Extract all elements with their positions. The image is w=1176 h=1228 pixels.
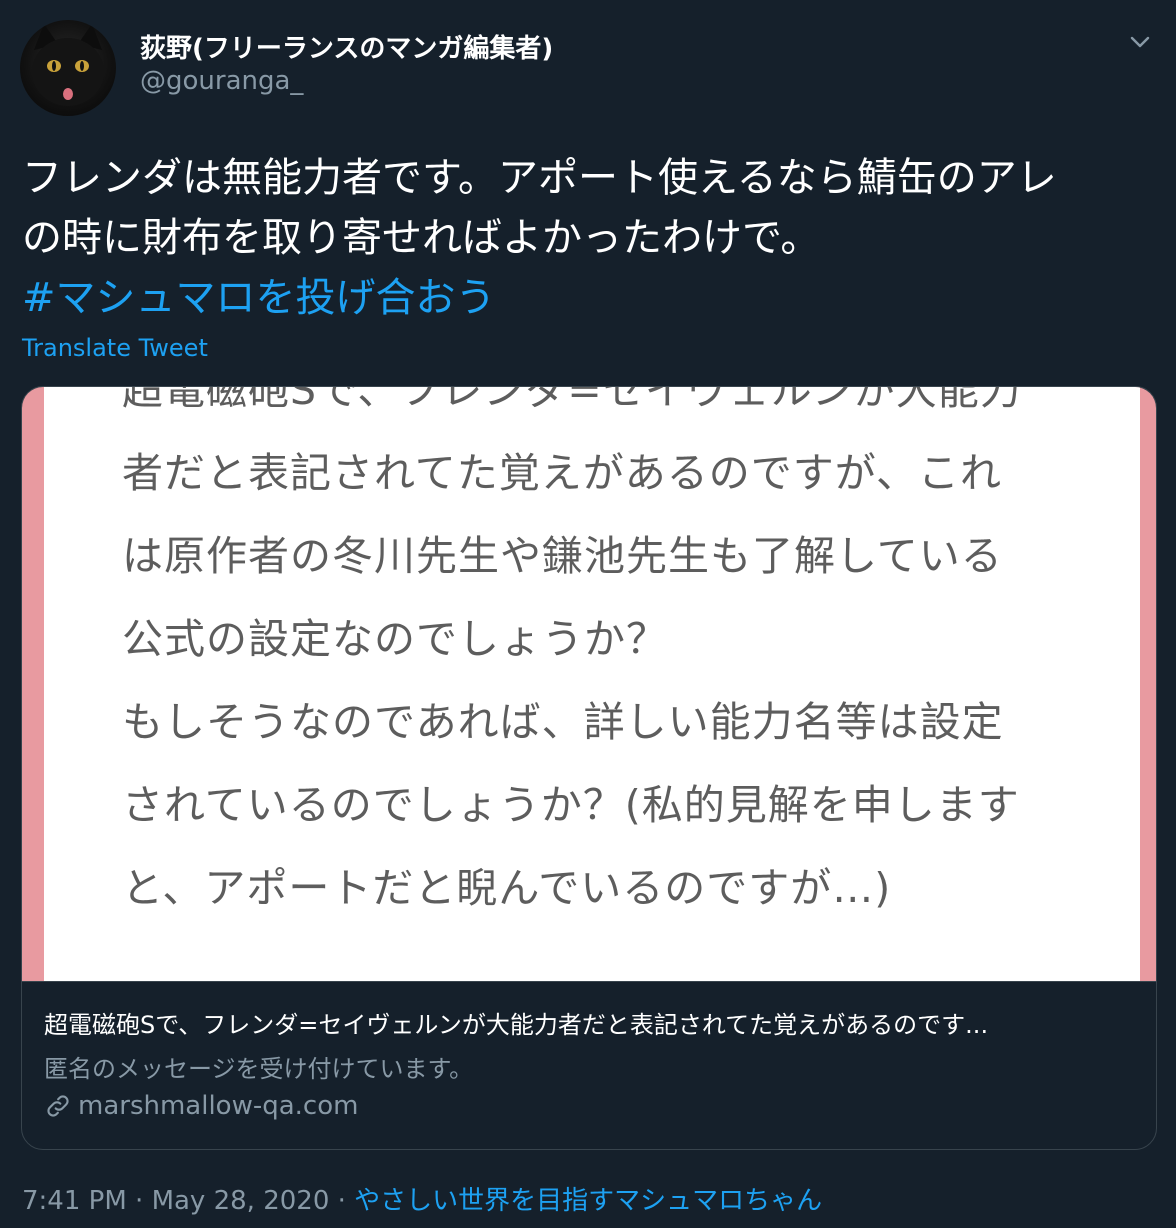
tweet-source-link[interactable]: やさしい世界を目指すマシュマロちゃん xyxy=(354,1186,822,1216)
user-handle[interactable]: @gouranga_ xyxy=(140,66,303,96)
translate-tweet-link[interactable]: Translate Tweet xyxy=(22,334,208,362)
question-line: 公式の設定なのでしょうか？ xyxy=(122,615,668,663)
card-domain: marshmallow-qa.com xyxy=(44,1091,358,1121)
tweet-date[interactable]: May 28, 2020 xyxy=(152,1186,330,1216)
tweet-text: フレンダは無能力者です。アポート使えるなら鯖缶のアレ の時に財布を取り寄せればよ… xyxy=(22,148,1142,328)
hashtag-link[interactable]: #マシュマロを投げ合おう xyxy=(22,268,1142,328)
meta-separator: · xyxy=(135,1186,144,1216)
card-title: 超電磁砲Sで、フレンダ=セイヴェルンが大能力者だと表記されてた覚えがあるのです.… xyxy=(44,1011,989,1039)
question-line: されているのでしょうか？(私的見解を申します xyxy=(122,781,1020,829)
card-domain-text: marshmallow-qa.com xyxy=(78,1091,359,1121)
question-image: 超電磁砲Sで、フレンダ=セイヴェルンが大能力 者だと表記されてた覚えがあるのです… xyxy=(44,387,1140,981)
question-line: もしそうなのであれば、詳しい能力名等は設定 xyxy=(122,698,1004,746)
question-text: 超電磁砲Sで、フレンダ=セイヴェルンが大能力 者だと表記されてた覚えがあるのです… xyxy=(122,387,1132,930)
avatar[interactable] xyxy=(20,20,116,116)
card-description: 匿名のメッセージを受け付けています。 xyxy=(44,1055,474,1083)
cat-avatar-image xyxy=(32,24,104,106)
question-line: は原作者の冬川先生や鎌池先生も了解している xyxy=(122,532,1003,580)
link-card[interactable]: 超電磁砲Sで、フレンダ=セイヴェルンが大能力 者だと表記されてた覚えがあるのです… xyxy=(21,386,1157,1150)
question-line: と、アポートだと睨んでいるのですが…) xyxy=(122,864,892,912)
tweet-text-line: フレンダは無能力者です。アポート使えるなら鯖缶のアレ xyxy=(22,155,1057,201)
link-icon xyxy=(47,1095,69,1117)
card-divider xyxy=(22,981,1156,982)
meta-separator: · xyxy=(337,1186,346,1216)
question-line: 者だと表記されてた覚えがあるのですが、これ xyxy=(122,449,1002,497)
question-line: 超電磁砲Sで、フレンダ=セイヴェルンが大能力 xyxy=(122,387,1022,414)
tweet-time[interactable]: 7:41 PM xyxy=(22,1186,127,1216)
card-image: 超電磁砲Sで、フレンダ=セイヴェルンが大能力 者だと表記されてた覚えがあるのです… xyxy=(22,387,1156,981)
display-name[interactable]: 荻野(フリーランスのマンガ編集者) xyxy=(140,28,553,65)
tweet-meta: 7:41 PM · May 28, 2020 · やさしい世界を目指すマシュマロ… xyxy=(22,1180,822,1217)
chevron-down-icon[interactable] xyxy=(1124,26,1156,58)
tweet-text-line: の時に財布を取り寄せればよかったわけで。 xyxy=(22,215,821,261)
